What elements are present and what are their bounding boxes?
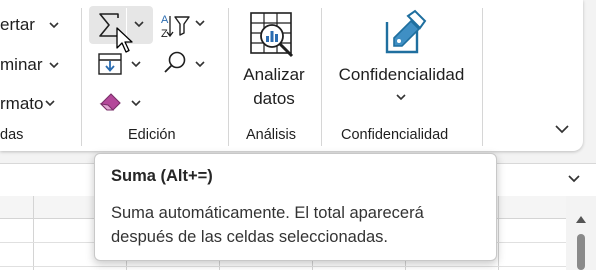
cells-group-label: das bbox=[0, 127, 24, 143]
fill-down-icon[interactable] bbox=[97, 52, 125, 76]
analyze-data-button-line1[interactable]: Analizar bbox=[242, 63, 306, 87]
tooltip-description: Suma automáticamente. El total aparecerá… bbox=[111, 201, 481, 249]
chevron-down-icon[interactable] bbox=[195, 61, 205, 68]
magnifier-icon[interactable] bbox=[162, 50, 188, 76]
chevron-down-icon[interactable] bbox=[396, 94, 406, 101]
gridline bbox=[33, 196, 34, 270]
tooltip-description-line: después de las celdas seleccionadas. bbox=[111, 228, 389, 246]
group-separator bbox=[482, 8, 483, 146]
group-separator bbox=[228, 8, 229, 146]
expand-formula-bar-icon[interactable] bbox=[566, 170, 582, 188]
sort-filter-icon[interactable]: A Z bbox=[160, 12, 192, 40]
scroll-up-arrow-icon[interactable] bbox=[574, 214, 588, 224]
format-cells-button[interactable]: rmato bbox=[0, 94, 43, 114]
tooltip-title: Suma (Alt+=) bbox=[111, 167, 213, 185]
gridline bbox=[0, 266, 566, 267]
chevron-down-icon[interactable] bbox=[45, 100, 55, 107]
sensitivity-group-label: Confidencialidad bbox=[341, 127, 449, 143]
scrollbar-thumb[interactable] bbox=[577, 234, 585, 270]
chevron-down-icon[interactable] bbox=[49, 22, 59, 29]
chevron-down-icon[interactable] bbox=[49, 62, 59, 69]
eraser-icon[interactable] bbox=[97, 89, 125, 113]
insert-cells-button[interactable]: ertar bbox=[0, 15, 35, 35]
sensitivity-button[interactable]: Confidencialidad bbox=[333, 63, 470, 87]
group-separator bbox=[81, 8, 82, 146]
svg-text:Z: Z bbox=[161, 28, 168, 40]
editing-group-label: Edición bbox=[128, 127, 176, 143]
svg-text:A: A bbox=[161, 14, 169, 26]
ribbon-panel: ertar minar rmato das A Z Edición Analiz… bbox=[0, 0, 583, 151]
autosum-dropdown-icon[interactable] bbox=[134, 21, 144, 28]
analyze-data-button-line2[interactable]: datos bbox=[242, 87, 306, 111]
autosum-tooltip: Suma (Alt+=) Suma automáticamente. El to… bbox=[94, 153, 497, 261]
gridline bbox=[498, 196, 499, 270]
chevron-down-icon[interactable] bbox=[131, 61, 141, 68]
analysis-group-label: Análisis bbox=[246, 127, 296, 143]
chevron-down-icon[interactable] bbox=[195, 20, 205, 27]
chevron-down-icon[interactable] bbox=[554, 124, 570, 134]
tooltip-description-line: Suma automáticamente. El total aparecerá bbox=[111, 204, 424, 222]
mouse-cursor-icon bbox=[116, 27, 133, 53]
sensitivity-tag-icon[interactable] bbox=[381, 8, 429, 56]
excel-window: ertar minar rmato das A Z Edición Analiz… bbox=[0, 0, 596, 270]
group-separator bbox=[321, 8, 322, 146]
analyze-data-icon[interactable] bbox=[248, 10, 300, 62]
delete-cells-button[interactable]: minar bbox=[0, 55, 43, 75]
chevron-down-icon[interactable] bbox=[131, 100, 141, 107]
vertical-scrollbar[interactable] bbox=[566, 196, 596, 270]
